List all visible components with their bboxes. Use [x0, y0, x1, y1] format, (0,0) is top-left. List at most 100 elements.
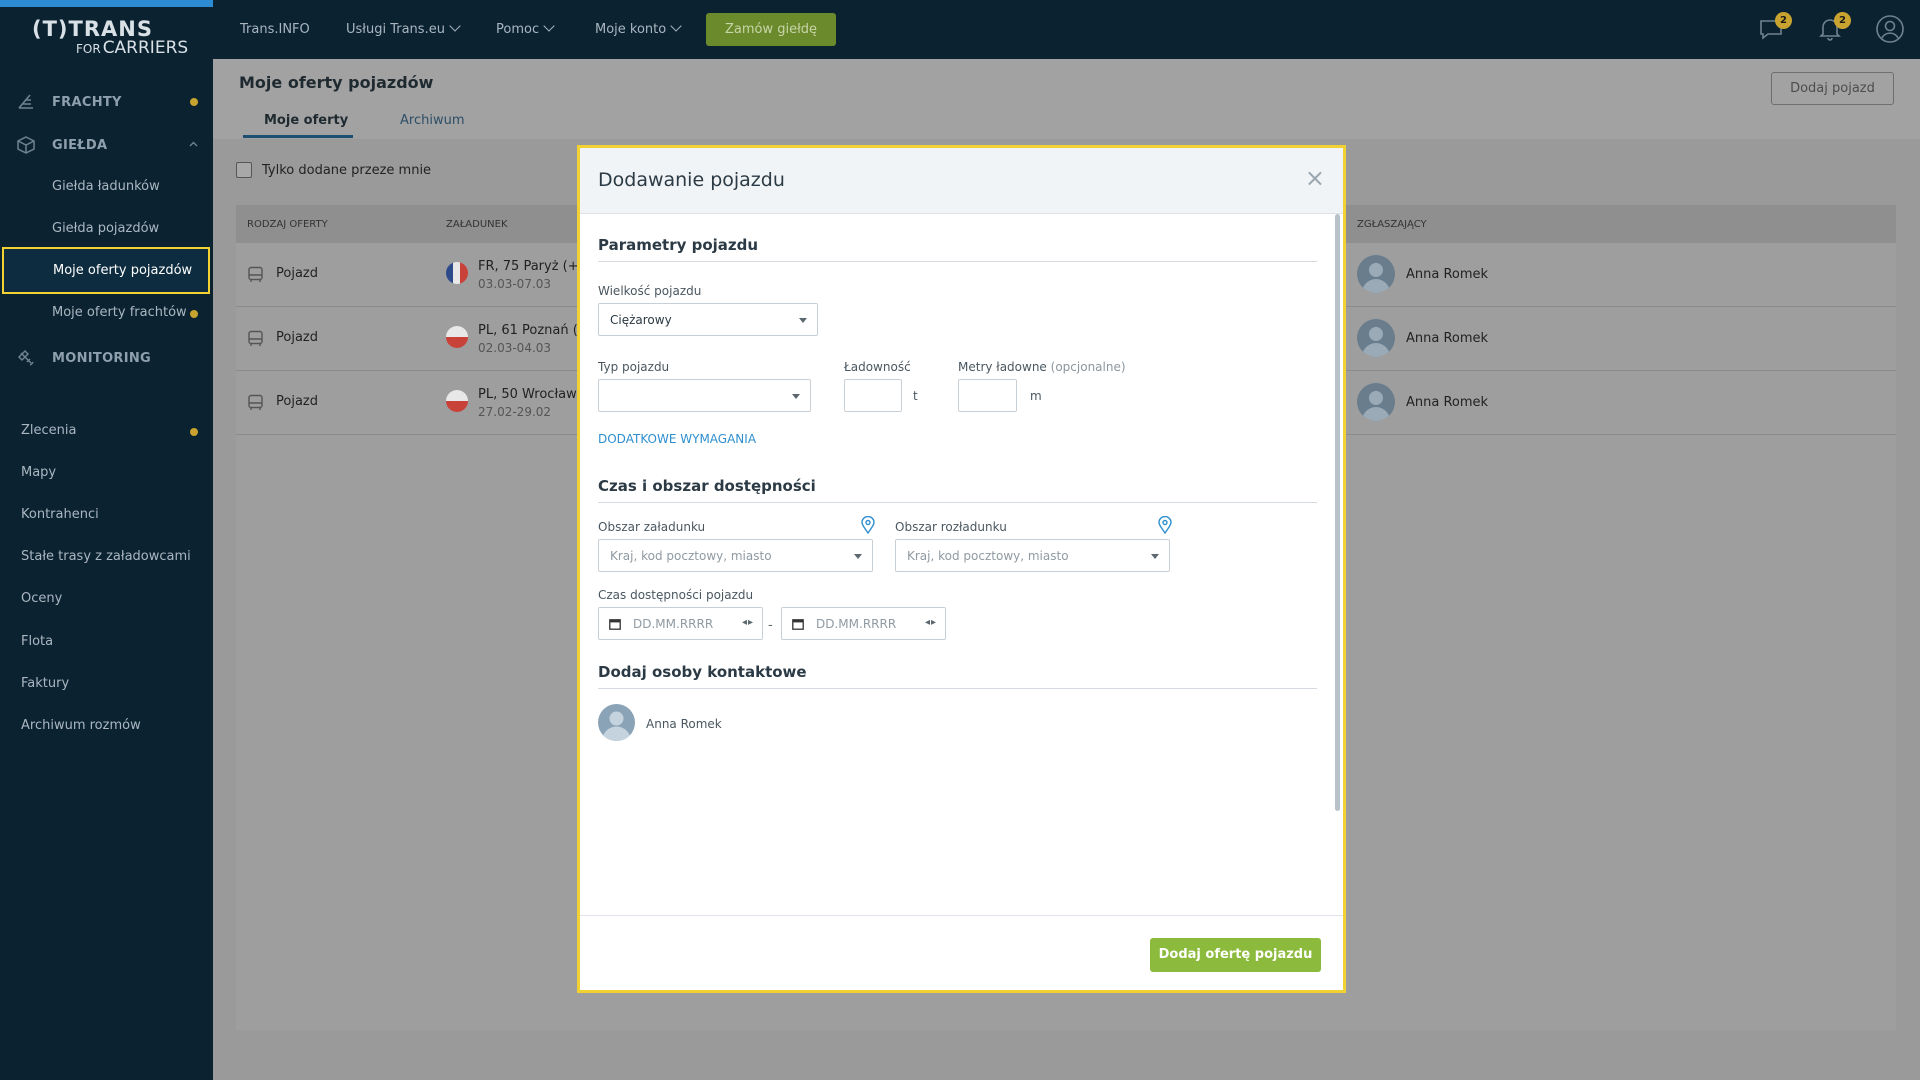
user-icon [1876, 15, 1904, 43]
tab-archiwum[interactable]: Archiwum [400, 113, 465, 128]
user-menu-button[interactable] [1875, 14, 1905, 44]
messages-button[interactable]: 2 [1758, 12, 1792, 42]
sidebar-item-moje-oferty-frachtow[interactable]: Moje oferty frachtów [0, 294, 213, 334]
loading-dates: 27.02-29.02 [478, 405, 552, 419]
notifications-button[interactable]: 2 [1817, 12, 1851, 42]
vehicle-icon [248, 394, 263, 410]
section-title-availability: Czas i obszar dostępności [598, 477, 816, 495]
location-pin-icon [1158, 516, 1172, 534]
order-exchange-button[interactable]: Zamów giełdę [706, 13, 836, 46]
loading-dates: 03.03-07.03 [478, 277, 552, 291]
load-area-input[interactable]: Kraj, kod pocztowy, miasto [598, 539, 873, 572]
active-tab-indicator [243, 135, 353, 138]
offer-type: Pojazd [276, 266, 318, 281]
column-header-loading: ZAŁADUNEK [446, 219, 508, 230]
dropdown-arrow-icon [854, 554, 862, 559]
status-dot [190, 98, 198, 106]
divider [598, 261, 1317, 262]
vehicle-icon [248, 266, 263, 282]
tab-moje-oferty[interactable]: Moje oferty [264, 113, 348, 128]
column-header-reporter: ZGŁASZAJĄCY [1357, 219, 1427, 230]
sidebar-item-gielda-ladunkow[interactable]: Giełda ładunków [0, 168, 213, 208]
date-stepper-icon[interactable]: ◂▸ [925, 617, 937, 628]
sidebar: (T)TRANS FOR CARRIERS FRACHTY GIEŁDA Gieł… [0, 0, 213, 1080]
vehicle-type-select[interactable] [598, 379, 811, 412]
add-vehicle-dialog: Dodawanie pojazdu × Parametry pojazdu Wi… [577, 145, 1346, 993]
loading-meters-input[interactable] [958, 379, 1017, 412]
chevron-down-icon [670, 20, 682, 32]
sidebar-item-kontrahenci[interactable]: Kontrahenci [0, 497, 213, 535]
messages-badge: 2 [1775, 12, 1792, 29]
section-title-vehicle-params: Parametry pojazdu [598, 236, 759, 254]
avatar [1357, 255, 1395, 293]
dialog-title: Dodawanie pojazdu [598, 169, 785, 191]
avatar [1357, 383, 1395, 421]
page-title: Moje oferty pojazdów [239, 73, 434, 92]
date-to-input[interactable]: DD.MM.RRRR ◂▸ [781, 607, 946, 640]
sidebar-item-flota[interactable]: Flota [0, 624, 213, 662]
avatar [1357, 319, 1395, 357]
sidebar-item-frachty[interactable]: FRACHTY [0, 82, 213, 122]
capacity-input[interactable] [844, 379, 902, 412]
location-pin-icon [861, 516, 875, 534]
dropdown-arrow-icon [1151, 554, 1159, 559]
sidebar-item-zlecenia[interactable]: Zlecenia [0, 413, 213, 451]
trans-logo[interactable]: (T)TRANS FOR CARRIERS [32, 18, 188, 60]
loading-place: FR, 75 Paryż (+ [478, 259, 579, 274]
avatar[interactable] [598, 704, 635, 741]
reporter-name: Anna Romek [1406, 395, 1489, 410]
sidebar-item-gielda[interactable]: GIEŁDA [0, 125, 213, 165]
vehicle-size-label: Wielkość pojazdu [598, 284, 702, 298]
status-dot [190, 310, 198, 318]
add-vehicle-button[interactable]: Dodaj pojazd [1771, 72, 1894, 105]
chevron-up-icon [189, 141, 198, 147]
unload-area-input[interactable]: Kraj, kod pocztowy, miasto [895, 539, 1170, 572]
loading-meters-label: Metry ładowne (opcjonalne) [958, 360, 1126, 374]
sidebar-item-mapy[interactable]: Mapy [0, 455, 213, 493]
dropdown-arrow-icon [799, 318, 807, 323]
submit-vehicle-offer-button[interactable]: Dodaj ofertę pojazdu [1150, 938, 1321, 972]
flag-pl-icon [446, 390, 468, 412]
calendar-icon [609, 619, 621, 630]
only-mine-filter[interactable]: Tylko dodane przeze mnie [236, 162, 431, 178]
sidebar-item-archiwum-rozmow[interactable]: Archiwum rozmów [0, 708, 213, 746]
sidebar-item-stale-trasy[interactable]: Stałe trasy z załadowcami [0, 539, 213, 577]
freight-icon [18, 94, 33, 109]
dialog-header: Dodawanie pojazdu × [580, 148, 1343, 214]
sidebar-top-accent [0, 0, 213, 7]
notifications-badge: 2 [1834, 12, 1851, 29]
date-from-input[interactable]: DD.MM.RRRR ◂▸ [598, 607, 763, 640]
date-range-separator: - [768, 618, 773, 633]
loading-place: PL, 50 Wrocław [478, 387, 577, 402]
reporter-name: Anna Romek [1406, 267, 1489, 282]
top-link-moje-konto[interactable]: Moje konto [595, 20, 682, 37]
vehicle-size-select[interactable]: Ciężarowy [598, 303, 818, 336]
unload-area-label: Obszar rozładunku [895, 520, 1007, 534]
dropdown-arrow-icon [792, 394, 800, 399]
vehicle-type-label: Typ pojazdu [598, 360, 670, 374]
top-link-trans-info[interactable]: Trans.INFO [240, 22, 310, 37]
reporter-name: Anna Romek [1406, 331, 1489, 346]
only-mine-checkbox[interactable] [236, 162, 252, 178]
dialog-footer: Dodaj ofertę pojazdu [580, 915, 1343, 990]
sidebar-item-monitoring[interactable]: MONITORING [0, 338, 213, 378]
additional-requirements-link[interactable]: DODATKOWE WYMAGANIA [598, 432, 756, 446]
contact-name: Anna Romek [646, 717, 722, 731]
dialog-scrollbar[interactable] [1335, 214, 1340, 811]
sidebar-item-moje-oferty-pojazdow[interactable]: Moje oferty pojazdów [2, 247, 210, 294]
top-link-pomoc[interactable]: Pomoc [496, 20, 555, 37]
sidebar-item-faktury[interactable]: Faktury [0, 666, 213, 704]
loading-dates: 02.03-04.03 [478, 341, 552, 355]
vehicle-icon [248, 330, 263, 346]
top-link-uslugi[interactable]: Usługi Trans.eu [346, 20, 461, 37]
sidebar-item-gielda-pojazdow[interactable]: Giełda pojazdów [0, 210, 213, 250]
sidebar-item-oceny[interactable]: Oceny [0, 581, 213, 619]
column-header-type: RODZAJ OFERTY [247, 219, 328, 230]
date-stepper-icon[interactable]: ◂▸ [742, 617, 754, 628]
load-area-label: Obszar załadunku [598, 520, 706, 534]
availability-label: Czas dostępności pojazdu [598, 588, 754, 602]
box-icon [17, 136, 35, 154]
status-dot [190, 428, 198, 436]
close-icon[interactable]: × [1305, 166, 1325, 190]
capacity-unit: t [913, 389, 918, 403]
